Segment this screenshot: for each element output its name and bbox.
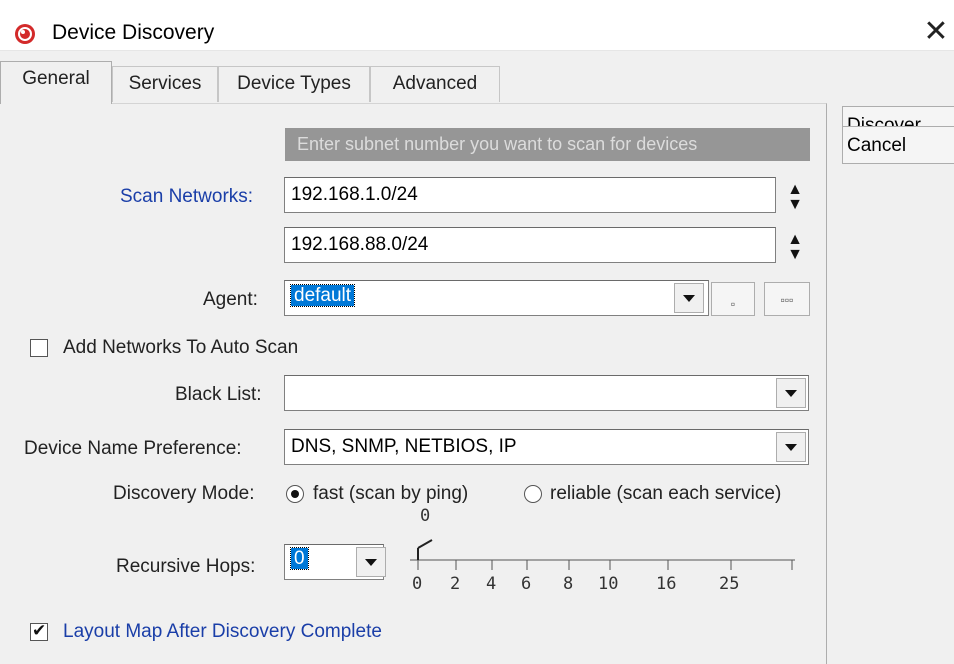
scan-networks-label: Scan Networks: bbox=[120, 186, 254, 207]
slider-tick: 0 bbox=[412, 574, 423, 594]
chevron-down-icon[interactable] bbox=[776, 378, 806, 408]
tab-general[interactable]: General bbox=[0, 61, 112, 104]
tab-label: General bbox=[22, 68, 90, 89]
agent-value: default bbox=[289, 284, 356, 307]
network-2-spin-icon[interactable]: ▲ ▼ bbox=[786, 232, 804, 263]
add-networks-label[interactable]: Add Networks To Auto Scan bbox=[63, 337, 298, 359]
mode-fast-label[interactable]: fast (scan by ping) bbox=[313, 483, 468, 505]
slider-tick: 4 bbox=[486, 574, 497, 594]
recursive-hops-label: Recursive Hops: bbox=[116, 556, 256, 577]
agent-select[interactable]: default bbox=[284, 280, 709, 316]
slider-tick: 10 bbox=[598, 574, 619, 594]
cancel-button[interactable]: Cancel bbox=[842, 126, 954, 164]
network-field-1[interactable]: 192.168.1.0/24 bbox=[284, 177, 776, 213]
app-logo-icon bbox=[15, 24, 35, 44]
tab-label: Advanced bbox=[392, 73, 478, 94]
slider-tick: 2 bbox=[450, 574, 461, 594]
tab-services[interactable]: Services bbox=[112, 66, 218, 102]
mode-fast-radio[interactable] bbox=[286, 485, 304, 503]
network-1-spin-icon[interactable]: ▲ ▼ bbox=[786, 182, 804, 213]
close-button[interactable]: ✕ bbox=[918, 14, 954, 50]
window-title: Device Discovery bbox=[52, 21, 215, 44]
slider-tick: 6 bbox=[521, 574, 532, 594]
chevron-down-icon[interactable] bbox=[356, 547, 386, 577]
black-list-label: Black List: bbox=[175, 384, 262, 405]
title-bar: Device Discovery ✕ bbox=[0, 0, 954, 51]
hops-value: 0 bbox=[290, 547, 309, 570]
tab-device-types[interactable]: Device Types bbox=[218, 66, 370, 102]
tab-label: Services bbox=[128, 73, 202, 94]
slider-tick: 8 bbox=[563, 574, 574, 594]
slider-tick: 16 bbox=[656, 574, 677, 594]
close-icon[interactable]: ✕ bbox=[923, 15, 948, 48]
black-list-select[interactable] bbox=[284, 375, 809, 411]
subnet-hint: Enter subnet number you want to scan for… bbox=[285, 128, 810, 161]
chevron-down-icon[interactable] bbox=[776, 432, 806, 462]
agent-edit-button[interactable]: ▫ bbox=[711, 282, 755, 316]
slider-tick: 25 bbox=[719, 574, 740, 594]
mode-reliable-radio[interactable] bbox=[524, 485, 542, 503]
hops-slider[interactable]: 0 0 2 4 6 8 10 16 25 bbox=[400, 506, 820, 600]
tab-label: Device Types bbox=[237, 73, 351, 94]
agent-label: Agent: bbox=[203, 289, 258, 310]
agent-more-button[interactable]: ▫▫▫ bbox=[764, 282, 810, 316]
layout-map-label[interactable]: Layout Map After Discovery Complete bbox=[63, 621, 382, 643]
name-preference-select[interactable]: DNS, SNMP, NETBIOS, IP bbox=[284, 429, 809, 465]
discovery-mode-label: Discovery Mode: bbox=[113, 483, 255, 504]
chevron-down-icon[interactable] bbox=[674, 283, 704, 313]
mode-reliable-label[interactable]: reliable (scan each service) bbox=[550, 483, 781, 505]
network-field-2[interactable]: 192.168.88.0/24 bbox=[284, 227, 776, 263]
add-networks-checkbox[interactable] bbox=[30, 339, 48, 357]
name-preference-label: Device Name Preference: bbox=[24, 438, 242, 459]
layout-map-checkbox[interactable] bbox=[30, 621, 48, 641]
tab-advanced[interactable]: Advanced bbox=[370, 66, 500, 102]
